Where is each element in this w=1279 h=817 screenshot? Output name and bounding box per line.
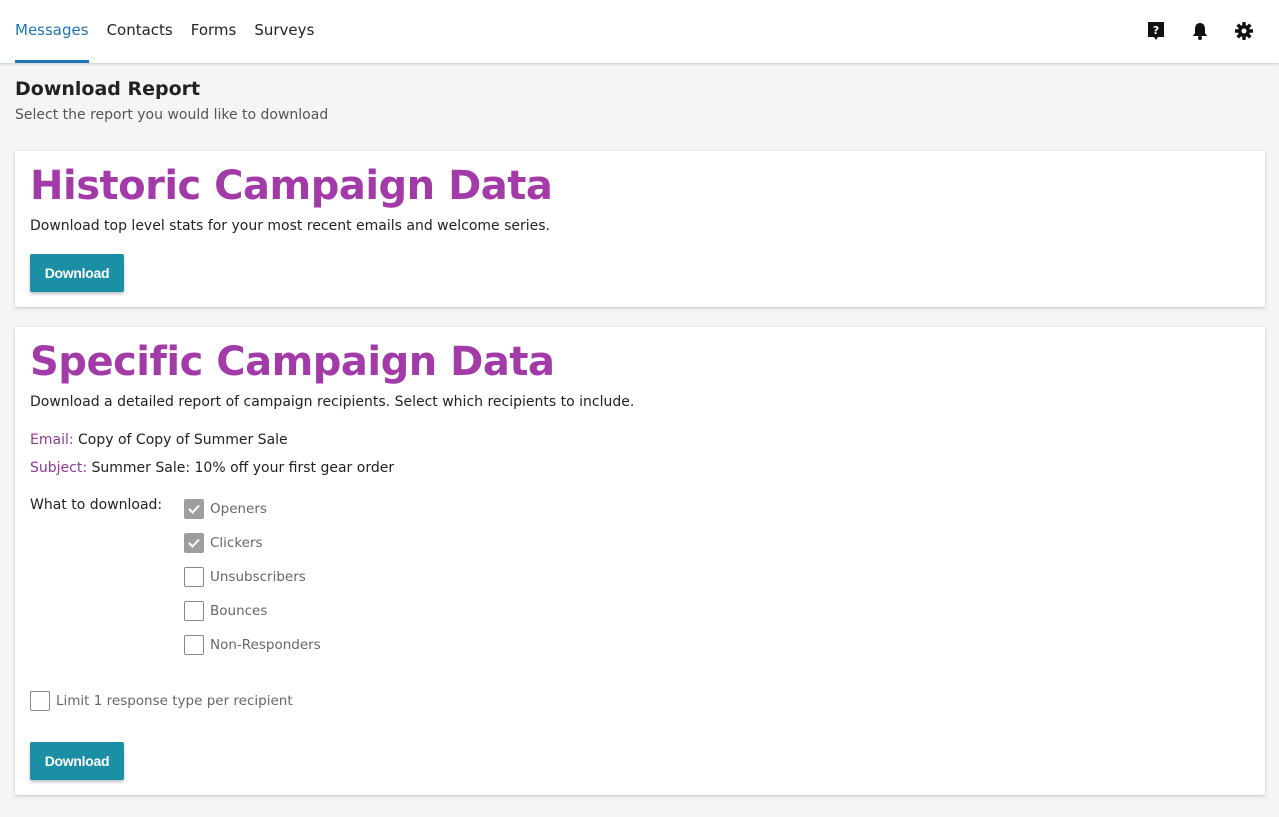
checkbox-bounces[interactable]: Bounces	[184, 601, 267, 621]
nav-tab-contacts[interactable]: Contacts	[107, 0, 173, 63]
checkbox-label: Limit 1 response type per recipient	[56, 693, 293, 709]
checkbox-box[interactable]	[184, 533, 204, 553]
checkbox-box[interactable]	[184, 567, 204, 587]
subject-value: Summer Sale: 10% off your first gear ord…	[91, 460, 395, 476]
checkbox-unsubscribers[interactable]: Unsubscribers	[184, 567, 306, 587]
check-icon	[188, 538, 200, 548]
checkbox-box[interactable]	[184, 635, 204, 655]
nav-tab-forms[interactable]: Forms	[191, 0, 237, 63]
checkbox-limit-response[interactable]: Limit 1 response type per recipient	[30, 691, 293, 711]
checkbox-box[interactable]	[30, 691, 50, 711]
specific-description: Download a detailed report of campaign r…	[30, 394, 635, 410]
subject-line: Subject: Summer Sale: 10% off your first…	[30, 460, 394, 476]
top-icons: ?	[1123, 20, 1255, 42]
gear-icon[interactable]	[1233, 20, 1255, 42]
historic-description: Download top level stats for your most r…	[30, 218, 550, 234]
check-icon	[188, 504, 200, 514]
checkbox-clickers[interactable]: Clickers	[184, 533, 263, 553]
checkbox-label: Clickers	[210, 535, 263, 551]
email-value: Copy of Copy of Summer Sale	[78, 432, 288, 448]
page-title: Download Report	[15, 78, 201, 100]
email-label: Email:	[30, 432, 74, 448]
nav-tab-messages[interactable]: Messages	[15, 0, 89, 63]
main-nav: Messages Contacts Forms Surveys	[15, 0, 332, 63]
checkbox-label: Bounces	[210, 603, 268, 619]
specific-campaign-card: Specific Campaign Data Download a detail…	[15, 327, 1265, 795]
specific-download-button[interactable]: Download	[30, 742, 124, 780]
checkbox-label: Openers	[210, 501, 267, 517]
historic-campaign-card: Historic Campaign Data Download top leve…	[15, 151, 1265, 307]
historic-download-button[interactable]: Download	[30, 254, 124, 292]
checkbox-label: Unsubscribers	[210, 569, 306, 585]
what-to-download-label: What to download:	[30, 497, 163, 513]
help-icon[interactable]: ?	[1145, 20, 1167, 42]
subject-label: Subject:	[30, 460, 88, 476]
checkbox-box[interactable]	[184, 499, 204, 519]
checkbox-label: Non-Responders	[210, 637, 321, 653]
checkbox-non-responders[interactable]: Non-Responders	[184, 635, 321, 655]
svg-text:?: ?	[1153, 24, 1159, 37]
checkbox-openers[interactable]: Openers	[184, 499, 267, 519]
checkbox-box[interactable]	[184, 601, 204, 621]
nav-tab-surveys[interactable]: Surveys	[254, 0, 314, 63]
historic-heading: Historic Campaign Data	[30, 163, 553, 209]
top-navigation-bar: Messages Contacts Forms Surveys ?	[0, 0, 1279, 63]
page-subtitle: Select the report you would like to down…	[15, 107, 329, 123]
bell-icon[interactable]	[1189, 20, 1211, 42]
specific-heading: Specific Campaign Data	[30, 339, 555, 385]
email-line: Email: Copy of Copy of Summer Sale	[30, 432, 288, 448]
